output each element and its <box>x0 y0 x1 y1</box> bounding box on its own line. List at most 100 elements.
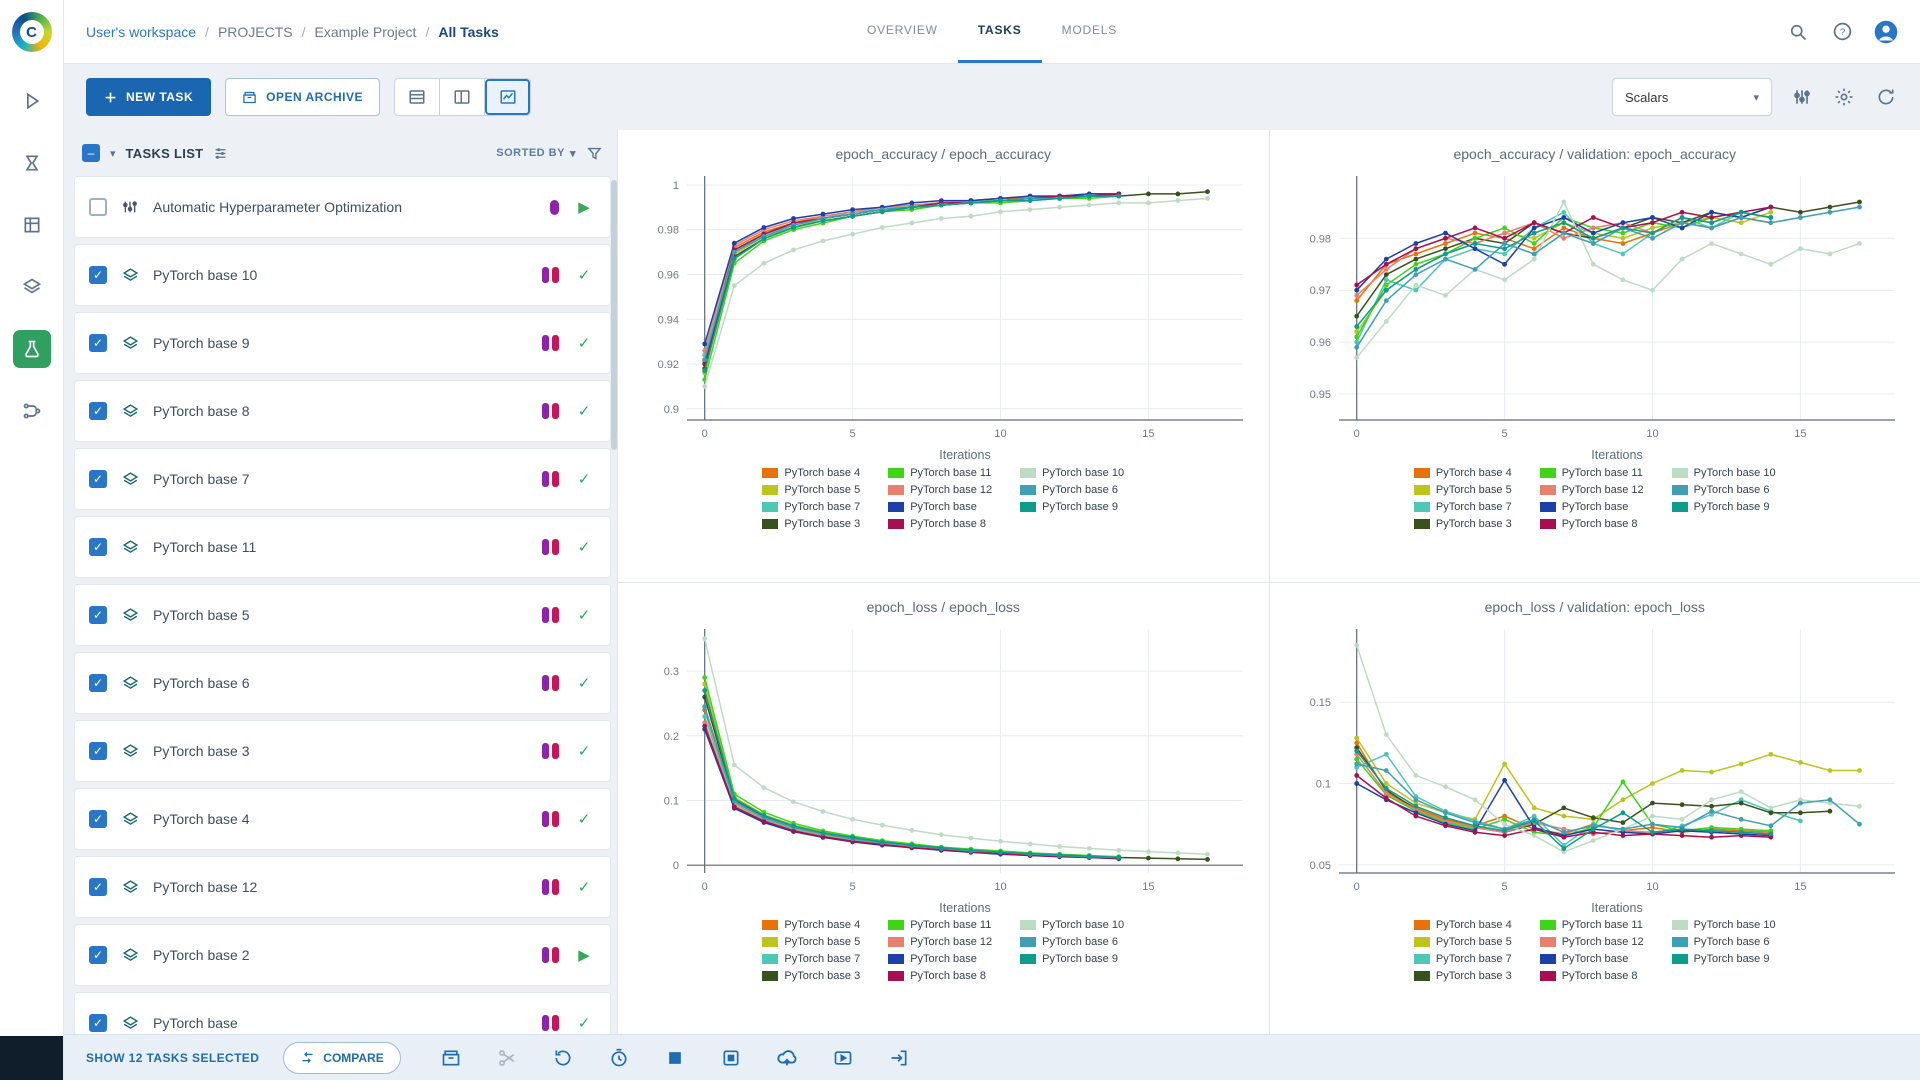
legend-item[interactable]: PyTorch base 5 <box>762 481 860 498</box>
legend-item[interactable]: PyTorch base 3 <box>762 515 860 532</box>
legend-item[interactable]: PyTorch base 7 <box>762 951 860 968</box>
projects-icon[interactable] <box>12 330 51 368</box>
legend-item[interactable]: PyTorch base 9 <box>1020 498 1124 515</box>
task-checkbox[interactable]: ✓ <box>89 470 107 488</box>
sorted-by-control[interactable]: SORTED BY ▾ <box>496 147 576 160</box>
task-row[interactable]: ✓ PyTorch base 7 ✓ <box>74 448 611 510</box>
legend-item[interactable]: PyTorch base 9 <box>1671 498 1776 515</box>
chart-plot[interactable]: 0 5 10 15 0 0.1 0.2 0.3 Iterations <box>623 617 1263 917</box>
task-row[interactable]: ✓ PyTorch base 6 ✓ <box>74 652 611 714</box>
retry-icon[interactable] <box>551 1046 575 1070</box>
table-view-button[interactable] <box>395 79 441 115</box>
auto-refresh-icon[interactable] <box>1874 85 1898 109</box>
task-row[interactable]: ✓ PyTorch base 10 ✓ <box>74 244 611 306</box>
publish-icon[interactable] <box>775 1046 799 1070</box>
task-checkbox[interactable]: ✓ <box>89 402 107 420</box>
task-row[interactable]: ✓ PyTorch base 2 ▶ <box>74 924 611 986</box>
legend-item[interactable]: PyTorch base 3 <box>1413 968 1512 985</box>
breadcrumb-projects[interactable]: PROJECTS <box>218 24 293 40</box>
search-icon[interactable] <box>1786 20 1810 44</box>
task-name[interactable]: Automatic Hyperparameter Optimization <box>153 199 537 215</box>
new-task-button[interactable]: NEW TASK <box>86 78 212 116</box>
pipelines-icon[interactable] <box>13 392 51 430</box>
move-to-project-icon[interactable] <box>887 1046 911 1070</box>
help-icon[interactable]: ? <box>1830 20 1854 44</box>
task-row[interactable]: Automatic Hyperparameter Optimization ▶ <box>74 176 611 238</box>
legend-item[interactable]: PyTorch base <box>1539 951 1644 968</box>
legend-item[interactable]: PyTorch base 11 <box>1539 917 1644 934</box>
legend-item[interactable]: PyTorch base 5 <box>762 934 860 951</box>
abort-all-children-icon[interactable] <box>719 1046 743 1070</box>
breadcrumb-workspace[interactable]: User's workspace <box>86 24 196 40</box>
legend-item[interactable]: PyTorch base 8 <box>888 968 992 985</box>
task-row[interactable]: ✓ PyTorch base 9 ✓ <box>74 312 611 374</box>
legend-item[interactable]: PyTorch base 10 <box>1020 917 1124 934</box>
task-checkbox[interactable]: ✓ <box>89 266 107 284</box>
legend-item[interactable]: PyTorch base 6 <box>1020 481 1124 498</box>
enqueue-icon[interactable] <box>831 1046 855 1070</box>
task-name[interactable]: PyTorch base 3 <box>153 743 529 759</box>
task-name[interactable]: PyTorch base 5 <box>153 607 529 623</box>
legend-item[interactable]: PyTorch base 3 <box>762 968 860 985</box>
legend-item[interactable]: PyTorch base 9 <box>1020 951 1124 968</box>
task-name[interactable]: PyTorch base 4 <box>153 811 529 827</box>
legend-item[interactable]: PyTorch base 12 <box>1539 934 1644 951</box>
datasets-icon[interactable] <box>13 268 51 306</box>
legend-item[interactable]: PyTorch base 3 <box>1413 515 1512 532</box>
legend-item[interactable]: PyTorch base 12 <box>888 934 992 951</box>
legend-item[interactable]: PyTorch base 7 <box>1413 498 1512 515</box>
task-name[interactable]: PyTorch base 6 <box>153 675 529 691</box>
task-row[interactable]: ✓ PyTorch base 12 ✓ <box>74 856 611 918</box>
legend-item[interactable]: PyTorch base 8 <box>888 515 992 532</box>
task-checkbox[interactable]: ✓ <box>89 674 107 692</box>
filter-icon[interactable] <box>586 145 603 162</box>
legend-item[interactable]: PyTorch base 6 <box>1671 934 1776 951</box>
task-row[interactable]: ✓ PyTorch base 3 ✓ <box>74 720 611 782</box>
task-row[interactable]: ✓ PyTorch base 5 ✓ <box>74 584 611 646</box>
clearml-logo[interactable]: C <box>11 12 52 52</box>
breadcrumb-all-tasks[interactable]: All Tasks <box>438 24 498 40</box>
task-checkbox[interactable]: ✓ <box>89 606 107 624</box>
tab-overview[interactable]: OVERVIEW <box>847 0 958 63</box>
legend-item[interactable]: PyTorch base <box>1539 498 1644 515</box>
task-checkbox[interactable]: ✓ <box>89 878 107 896</box>
legend-item[interactable]: PyTorch base 5 <box>1413 481 1512 498</box>
clone-icon[interactable] <box>495 1046 519 1070</box>
task-checkbox[interactable] <box>89 198 107 216</box>
legend-item[interactable]: PyTorch base 10 <box>1671 464 1776 481</box>
task-checkbox[interactable]: ✓ <box>89 538 107 556</box>
reset-icon[interactable] <box>607 1046 631 1070</box>
legend-item[interactable]: PyTorch base 11 <box>1539 464 1644 481</box>
task-name[interactable]: PyTorch base 10 <box>153 267 529 283</box>
legend-item[interactable]: PyTorch base 9 <box>1671 951 1776 968</box>
user-avatar[interactable] <box>1874 20 1898 44</box>
workers-icon[interactable] <box>13 206 51 244</box>
task-row[interactable]: ✓ PyTorch base 8 ✓ <box>74 380 611 442</box>
tasks-scrollbar[interactable] <box>611 180 617 450</box>
task-row[interactable]: ✓ PyTorch base ✓ <box>74 992 611 1034</box>
selection-label[interactable]: SHOW 12 TASKS SELECTED <box>86 1051 259 1065</box>
task-name[interactable]: PyTorch base 12 <box>153 879 529 895</box>
legend-item[interactable]: PyTorch base <box>888 498 992 515</box>
legend-item[interactable]: PyTorch base 12 <box>888 481 992 498</box>
open-archive-button[interactable]: OPEN ARCHIVE <box>225 78 381 116</box>
chart-plot[interactable]: 0 5 10 15 0.95 0.96 0.97 0.98 Iterations <box>1275 164 1915 464</box>
chevron-down-icon[interactable]: ▾ <box>110 147 116 160</box>
task-name[interactable]: PyTorch base <box>153 1015 529 1031</box>
tab-tasks[interactable]: TASKS <box>957 0 1042 63</box>
legend-item[interactable]: PyTorch base 8 <box>1539 515 1644 532</box>
task-checkbox[interactable]: ✓ <box>89 946 107 964</box>
legend-item[interactable]: PyTorch base 11 <box>888 464 992 481</box>
metric-view-select[interactable]: Scalars ▾ <box>1612 78 1772 116</box>
task-name[interactable]: PyTorch base 8 <box>153 403 529 419</box>
legend-item[interactable]: PyTorch base 4 <box>1413 917 1512 934</box>
legend-item[interactable]: PyTorch base <box>888 951 992 968</box>
compare-button[interactable]: COMPARE <box>283 1041 401 1074</box>
select-all-checkbox[interactable]: – <box>82 144 100 162</box>
task-row[interactable]: ✓ PyTorch base 11 ✓ <box>74 516 611 578</box>
tab-models[interactable]: MODELS <box>1042 0 1137 63</box>
legend-item[interactable]: PyTorch base 12 <box>1539 481 1644 498</box>
legend-item[interactable]: PyTorch base 10 <box>1020 464 1124 481</box>
task-checkbox[interactable]: ✓ <box>89 334 107 352</box>
task-name[interactable]: PyTorch base 9 <box>153 335 529 351</box>
